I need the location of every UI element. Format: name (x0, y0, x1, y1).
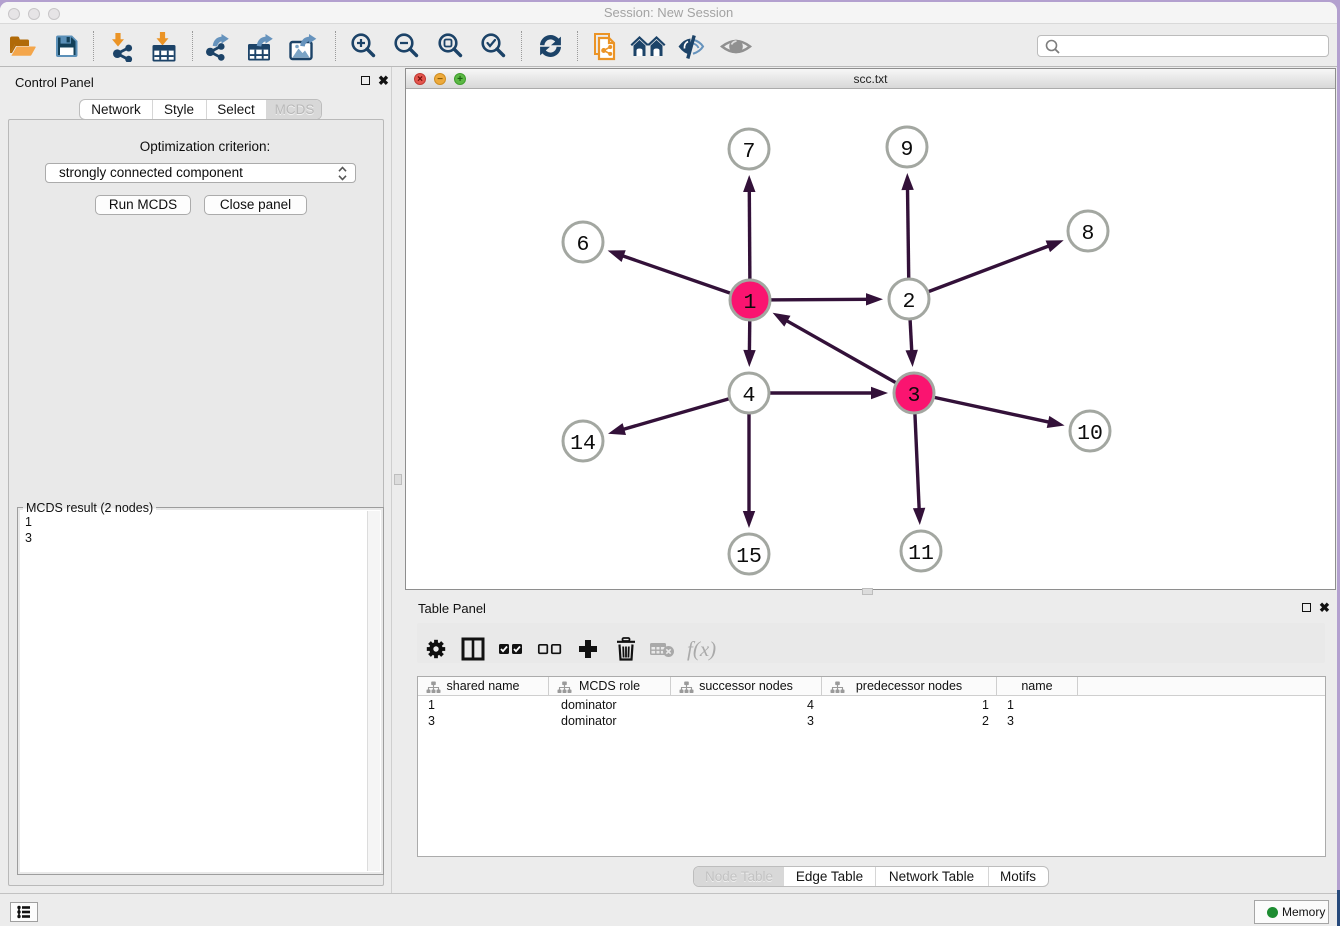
svg-text:7: 7 (743, 140, 756, 164)
svg-text:15: 15 (736, 545, 762, 569)
svg-text:3: 3 (908, 384, 921, 408)
svg-text:1: 1 (744, 291, 757, 315)
svg-text:11: 11 (908, 542, 934, 566)
svg-text:2: 2 (903, 290, 916, 314)
svg-text:10: 10 (1077, 422, 1103, 446)
svg-text:8: 8 (1082, 222, 1095, 246)
svg-text:6: 6 (577, 233, 590, 257)
svg-text:9: 9 (901, 138, 914, 162)
svg-text:4: 4 (743, 384, 756, 408)
svg-text:14: 14 (570, 432, 596, 456)
